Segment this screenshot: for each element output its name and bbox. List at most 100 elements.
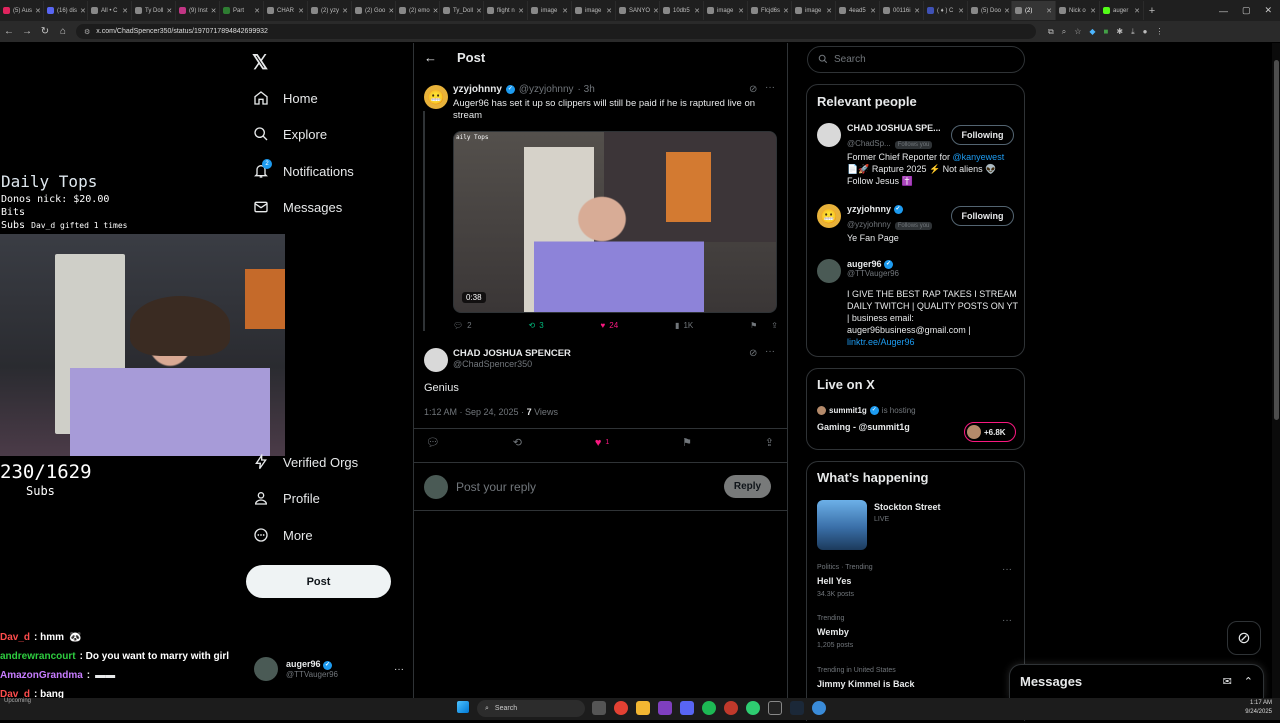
chat-username[interactable]: andrewrancourt [0, 651, 76, 662]
tab-close-icon[interactable]: ✕ [1090, 7, 1096, 15]
browser-tab[interactable]: 4ead5 ✕ [836, 1, 880, 20]
new-message-icon[interactable]: ✉ [1223, 675, 1232, 688]
quoted-tweet-name[interactable]: yzyjohnny [453, 84, 502, 95]
tab-close-icon[interactable]: ✕ [35, 7, 41, 15]
tab-close-icon[interactable]: ✕ [388, 7, 394, 15]
tab-close-icon[interactable]: ✕ [694, 7, 700, 15]
reload-icon[interactable]: ↻ [36, 26, 54, 37]
messages-drawer[interactable]: Messages ✉ ⌃ [1009, 664, 1264, 698]
tab-close-icon[interactable]: ✕ [870, 7, 876, 15]
taskbar-app-icon[interactable] [658, 701, 672, 715]
download-icon[interactable]: ⤓ [1131, 27, 1135, 37]
bio-link[interactable]: linktr.ee/Auger96 [847, 337, 915, 347]
tab-close-icon[interactable]: ✕ [653, 7, 659, 15]
browser-tab[interactable]: Ty Doll ✕ [132, 1, 176, 20]
grok-icon[interactable]: ⊘ [749, 84, 757, 95]
person-name[interactable]: CHAD JOSHUA SPE... [847, 123, 941, 133]
tab-close-icon[interactable]: ✕ [211, 7, 217, 15]
quoted-tweet-handle[interactable]: @yzyjohnny [519, 84, 574, 95]
views-action[interactable]: ▮ 1K [675, 321, 693, 330]
tab-close-icon[interactable]: ✕ [562, 7, 568, 15]
tweet-more-icon[interactable]: ··· [765, 346, 775, 357]
live-listeners[interactable]: +6.8K [964, 422, 1016, 442]
browser-tab[interactable]: (2) Goo ✕ [352, 1, 396, 20]
nav-more[interactable]: More [252, 523, 313, 547]
person-avatar[interactable] [817, 123, 841, 147]
reply-action[interactable]: 💬︎ 2 [453, 321, 472, 330]
tweet-date[interactable]: 1:12 AM · Sep 24, 2025 · [424, 407, 527, 417]
browser-tab[interactable]: Flcjd6s ✕ [748, 1, 792, 20]
trend-name[interactable]: Wemby [817, 627, 849, 637]
browser-menu-icon[interactable]: ⋮ [1155, 27, 1163, 37]
repost-icon[interactable]: ⟲ [513, 436, 522, 449]
featured-name[interactable]: Stockton Street [874, 502, 941, 512]
tweet-more-icon[interactable]: ··· [765, 82, 775, 93]
browser-tab[interactable]: SANYO ✕ [616, 1, 660, 20]
taskbar-app-icon[interactable] [724, 701, 738, 715]
taskbar-app-icon[interactable] [680, 701, 694, 715]
live-host[interactable]: summit1g ✓ is hosting [817, 406, 916, 415]
quoted-tweet-time[interactable]: · 3h [578, 84, 595, 95]
tweet-author-handle[interactable]: @ChadSpencer350 [453, 359, 571, 369]
person-avatar[interactable]: 😬 [817, 204, 841, 228]
tab-close-icon[interactable]: ✕ [958, 7, 964, 15]
taskbar-app-icon[interactable] [592, 701, 606, 715]
browser-tab[interactable]: Nick o ✕ [1056, 1, 1100, 20]
repost-action[interactable]: ⟲ 3 [528, 321, 543, 330]
reply-icon[interactable]: 💬︎ [426, 436, 440, 449]
person-name-row[interactable]: yzyjohnny ✓ [847, 204, 932, 215]
tab-close-icon[interactable]: ✕ [1004, 7, 1010, 15]
install-icon[interactable]: ⧉ [1048, 27, 1054, 37]
nav-home[interactable]: Home [252, 86, 318, 110]
browser-tab[interactable]: (2) yzy ✕ [308, 1, 352, 20]
browser-tab[interactable]: image ✕ [528, 1, 572, 20]
tab-close-icon[interactable]: ✕ [476, 7, 482, 15]
share-icon[interactable]: ⇪ [771, 321, 778, 330]
person-avatar[interactable] [817, 259, 841, 283]
tab-close-icon[interactable]: ✕ [783, 7, 789, 15]
bookmark-icon[interactable]: ⚑ [682, 436, 692, 449]
site-info-icon[interactable]: ⚙ [84, 28, 90, 36]
featured-thumbnail[interactable] [817, 500, 867, 550]
browser-tab[interactable]: Ty_Doll ✕ [440, 1, 484, 20]
browser-tab[interactable]: Part ✕ [220, 1, 264, 20]
tab-close-icon[interactable]: ✕ [342, 7, 348, 15]
tab-close-icon[interactable]: ✕ [166, 7, 172, 15]
browser-tab[interactable]: ( ♦ ) C ✕ [924, 1, 968, 20]
forward-icon[interactable]: → [18, 26, 36, 37]
taskbar-app-icon[interactable] [702, 701, 716, 715]
x-logo-icon[interactable]: 𝕏 [252, 50, 268, 75]
browser-tab[interactable]: (16) dis ✕ [44, 1, 88, 20]
share-icon[interactable]: ⇪ [765, 436, 774, 449]
browser-tab[interactable]: All • C ✕ [88, 1, 132, 20]
trend-more-icon[interactable]: ··· [1002, 564, 1012, 575]
reply-button[interactable]: Reply [724, 475, 771, 498]
browser-tab[interactable]: (5) Doo ✕ [968, 1, 1012, 20]
bio-link[interactable]: @kanyewest [953, 152, 1005, 162]
tab-close-icon[interactable]: ✕ [254, 7, 260, 15]
taskbar-app-icon[interactable] [614, 701, 628, 715]
close-window-icon[interactable]: ✕ [1264, 5, 1272, 16]
tab-close-icon[interactable]: ✕ [80, 7, 86, 15]
person-name-row[interactable]: auger96 ✓ [847, 259, 899, 270]
home-browser-icon[interactable]: ⌂ [54, 26, 72, 37]
quoted-tweet-avatar[interactable]: 😬 [424, 85, 448, 109]
tab-close-icon[interactable]: ✕ [518, 7, 524, 15]
tab-close-icon[interactable]: ✕ [433, 7, 439, 15]
extension-icon[interactable]: ◆ [1089, 27, 1095, 37]
tab-close-icon[interactable]: ✕ [738, 7, 744, 15]
chat-username[interactable]: AmazonGrandma [0, 670, 83, 681]
browser-tab[interactable]: 00116i ✕ [880, 1, 924, 20]
extensions-puzzle-icon[interactable]: ✱ [1116, 27, 1123, 37]
trend-name[interactable]: Hell Yes [817, 576, 851, 586]
tab-close-icon[interactable]: ✕ [826, 7, 832, 15]
grok-icon[interactable]: ⊘ [749, 348, 757, 359]
tweet-author-name[interactable]: CHAD JOSHUA SPENCER [453, 348, 571, 359]
browser-tab[interactable]: (2) ✕ [1012, 1, 1056, 20]
live-stream-title[interactable]: Gaming - @summit1g [817, 422, 910, 432]
browser-tab[interactable]: CHAR ✕ [264, 1, 308, 20]
search-box[interactable] [807, 46, 1025, 73]
browser-tab[interactable]: (2) emo ✕ [396, 1, 440, 20]
taskbar-app-icon[interactable] [812, 701, 826, 715]
browser-tab[interactable]: image ✕ [792, 1, 836, 20]
